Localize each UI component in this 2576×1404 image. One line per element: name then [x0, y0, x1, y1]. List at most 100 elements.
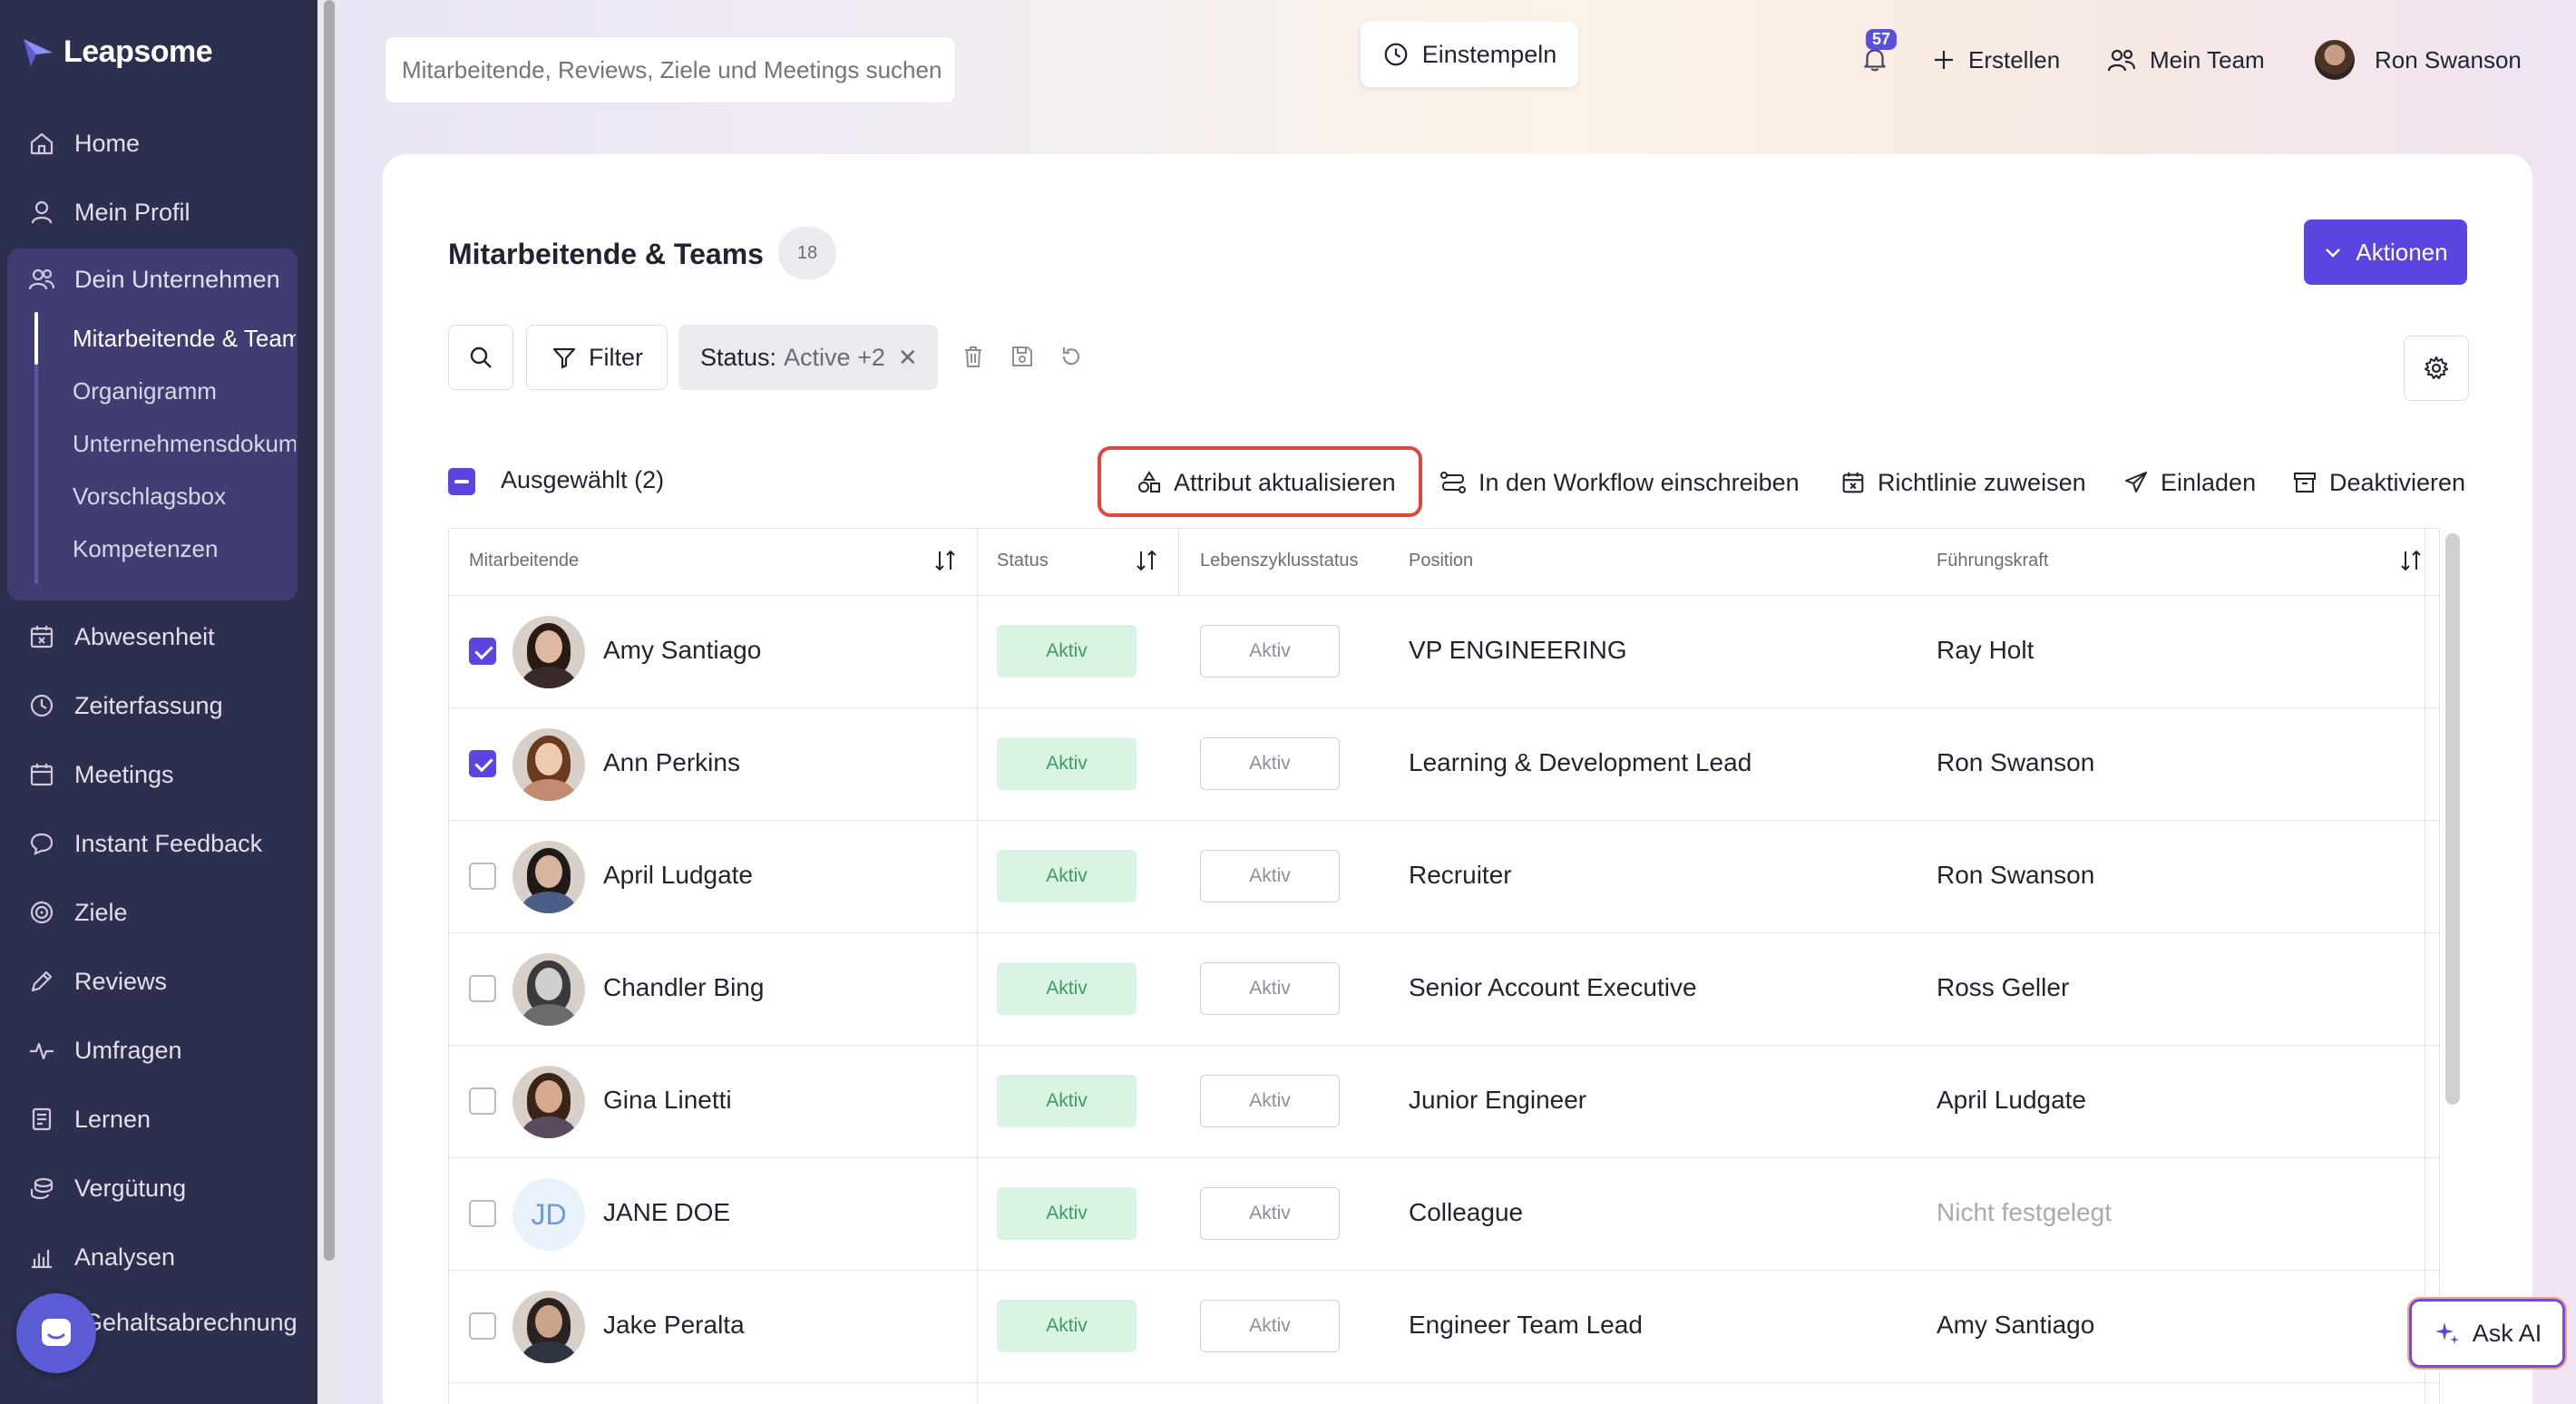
table-row[interactable]: April Ludgate Aktiv Aktiv Recruiter Ron Swan…	[449, 821, 2439, 933]
sidebar-item-company[interactable]: Dein Unternehmen	[27, 254, 299, 305]
sidebar-item-reviews[interactable]: Reviews	[27, 956, 299, 1007]
sidebar-item-learning[interactable]: Lernen	[27, 1094, 299, 1145]
user-menu[interactable]: Ron Swanson	[2315, 40, 2522, 80]
employee-position: Colleague	[1409, 1198, 1524, 1226]
invite-button[interactable]: Einladen	[2122, 464, 2256, 501]
sidebar-subitem-employees-teams[interactable]: Mitarbeitende & Teams	[73, 313, 296, 364]
employee-name[interactable]: Chandler Bing	[603, 973, 764, 1002]
employee-manager[interactable]: Ron Swanson	[1937, 748, 2094, 777]
sidebar-item-instant-feedback[interactable]: Instant Feedback	[27, 818, 299, 869]
employee-manager[interactable]: Amy Santiago	[1937, 1311, 2094, 1340]
sidebar-item-label: Analysen	[74, 1243, 176, 1271]
employees-table: Mitarbeitende Status Lebenszyklusstatus …	[448, 528, 2440, 1404]
employee-manager[interactable]: April Ludgate	[1937, 1086, 2086, 1115]
sidebar-item-label: Ziele	[74, 898, 128, 926]
deactivate-button[interactable]: Deaktivieren	[2291, 464, 2465, 501]
table-row[interactable]: Chandler Bing Aktiv Aktiv Senior Account Ex…	[449, 933, 2439, 1046]
row-checkbox[interactable]	[469, 1312, 496, 1340]
employee-manager[interactable]: Ross Geller	[1937, 973, 2069, 1002]
sidebar-item-compensation[interactable]: Vergütung	[27, 1163, 299, 1214]
table-scrollbar[interactable]	[2445, 533, 2460, 1105]
employee-manager[interactable]: Ray Holt	[1937, 636, 2034, 665]
trash-icon[interactable]	[960, 343, 987, 370]
sidebar-scrollbar[interactable]	[317, 0, 341, 1404]
sort-icon[interactable]	[2397, 547, 2425, 574]
employee-name[interactable]: Jake Peralta	[603, 1311, 745, 1340]
column-header-employee[interactable]: Mitarbeitende	[469, 551, 579, 571]
sidebar-subitem-company-docs[interactable]: Unternehmensdokumente	[73, 418, 296, 469]
assign-policy-button[interactable]: Richtlinie zuweisen	[1839, 464, 2086, 501]
sidebar-item-absence[interactable]: Abwesenheit	[27, 611, 299, 662]
employee-name[interactable]: April Ludgate	[603, 861, 753, 890]
column-header-status[interactable]: Status	[997, 551, 1049, 571]
column-header-position[interactable]: Position	[1409, 551, 1473, 571]
sidebar-item-analytics[interactable]: Analysen	[27, 1232, 299, 1282]
global-search-input[interactable]	[385, 36, 956, 103]
sidebar-item-profile[interactable]: Mein Profil	[27, 187, 299, 238]
employee-name[interactable]: Gina Linetti	[603, 1086, 732, 1115]
status-filter-chip[interactable]: Status: Active +2 ✕	[678, 325, 938, 390]
close-icon[interactable]: ✕	[898, 344, 918, 372]
page-title: Mitarbeitende & Teams	[448, 238, 764, 270]
sidebar-item-label: Mein Profil	[74, 198, 190, 226]
employee-name[interactable]: Amy Santiago	[603, 636, 761, 665]
status-filter-label: Status:	[700, 343, 777, 371]
table-settings-button[interactable]	[2404, 336, 2469, 401]
user-avatar	[2315, 40, 2355, 80]
filter-button[interactable]: Filter	[526, 325, 668, 390]
sort-icon[interactable]	[1133, 547, 1160, 574]
row-checkbox[interactable]	[469, 975, 496, 1002]
assign-policy-label: Richtlinie zuweisen	[1878, 468, 2086, 496]
table-row[interactable]: Amy Santiago Aktiv Aktiv VP ENGINEERING Ray …	[449, 596, 2439, 708]
sidebar-item-goals[interactable]: Ziele	[27, 887, 299, 938]
table-row[interactable]: Ann Perkins Aktiv Aktiv Learning & Developm…	[449, 708, 2439, 821]
sidebar-subitem-org-chart[interactable]: Organigramm	[73, 366, 296, 416]
enroll-workflow-button[interactable]: In den Workflow einschreiben	[1439, 464, 1800, 501]
leapsome-logo[interactable]: Leapsome	[22, 34, 213, 70]
table-row[interactable]: Gina Linetti Aktiv Aktiv Junior Engineer Apr…	[449, 1046, 2439, 1158]
sidebar-subitem-competencies[interactable]: Kompetenzen	[73, 523, 296, 574]
save-view-icon[interactable]	[1009, 343, 1036, 370]
lifecycle-badge: Aktiv	[1200, 962, 1340, 1015]
sidebar-item-surveys[interactable]: Umfragen	[27, 1025, 299, 1076]
my-team-label: Mein Team	[2150, 45, 2265, 73]
sidebar-item-label: Umfragen	[74, 1036, 182, 1064]
sort-icon[interactable]	[932, 547, 959, 574]
table-row[interactable]: Jake Peralta Aktiv Aktiv Engineer Team Lead…	[449, 1271, 2439, 1383]
chat-launcher-button[interactable]	[16, 1293, 96, 1373]
gear-icon	[2425, 356, 2448, 379]
reset-icon[interactable]	[1058, 343, 1085, 370]
create-button[interactable]: Erstellen	[1932, 40, 2060, 80]
avatar-body	[522, 1341, 576, 1363]
sidebar-item-home[interactable]: Home	[27, 118, 299, 169]
employee-manager[interactable]: Ron Swanson	[1937, 861, 2094, 890]
employee-position: Senior Account Executive	[1409, 973, 1697, 1001]
app-name: Leapsome	[63, 34, 213, 69]
column-header-lifecycle[interactable]: Lebenszyklusstatus	[1200, 551, 1359, 571]
column-header-manager[interactable]: Führungskraft	[1937, 551, 2048, 571]
employee-manager: Nicht festgelegt	[1937, 1198, 2112, 1226]
row-checkbox[interactable]	[469, 1200, 496, 1227]
users-icon	[28, 268, 55, 290]
table-search-button[interactable]	[448, 325, 513, 390]
sidebar-item-time-tracking[interactable]: Zeiterfassung	[27, 680, 299, 731]
employee-name[interactable]: JANE DOE	[603, 1198, 730, 1227]
sidebar-item-label: Reviews	[74, 967, 168, 995]
sidebar-subitem-suggestion-box[interactable]: Vorschlagsbox	[73, 471, 296, 522]
row-checkbox[interactable]	[469, 750, 496, 777]
ask-ai-button[interactable]: Ask AI	[2409, 1299, 2565, 1368]
sidebar-item-payroll[interactable]: Gehaltsabrechnung	[83, 1297, 301, 1348]
select-all-checkbox[interactable]	[448, 468, 475, 495]
sidebar-scrollbar-thumb[interactable]	[324, 0, 335, 1261]
my-team-button[interactable]: Mein Team	[2106, 40, 2265, 80]
clock-in-button[interactable]: Einstempeln	[1361, 22, 1578, 87]
sidebar-item-label: Vergütung	[74, 1174, 187, 1202]
table-row[interactable]: JD JANE DOE Aktiv Aktiv Colleague Nicht festg…	[449, 1158, 2439, 1271]
row-checkbox[interactable]	[469, 1087, 496, 1115]
row-checkbox[interactable]	[469, 638, 496, 665]
row-checkbox[interactable]	[469, 863, 496, 890]
avatar-face	[535, 1305, 562, 1338]
employee-name[interactable]: Ann Perkins	[603, 748, 740, 777]
sidebar-item-meetings[interactable]: Meetings	[27, 749, 299, 800]
actions-button[interactable]: Aktionen	[2304, 219, 2467, 285]
